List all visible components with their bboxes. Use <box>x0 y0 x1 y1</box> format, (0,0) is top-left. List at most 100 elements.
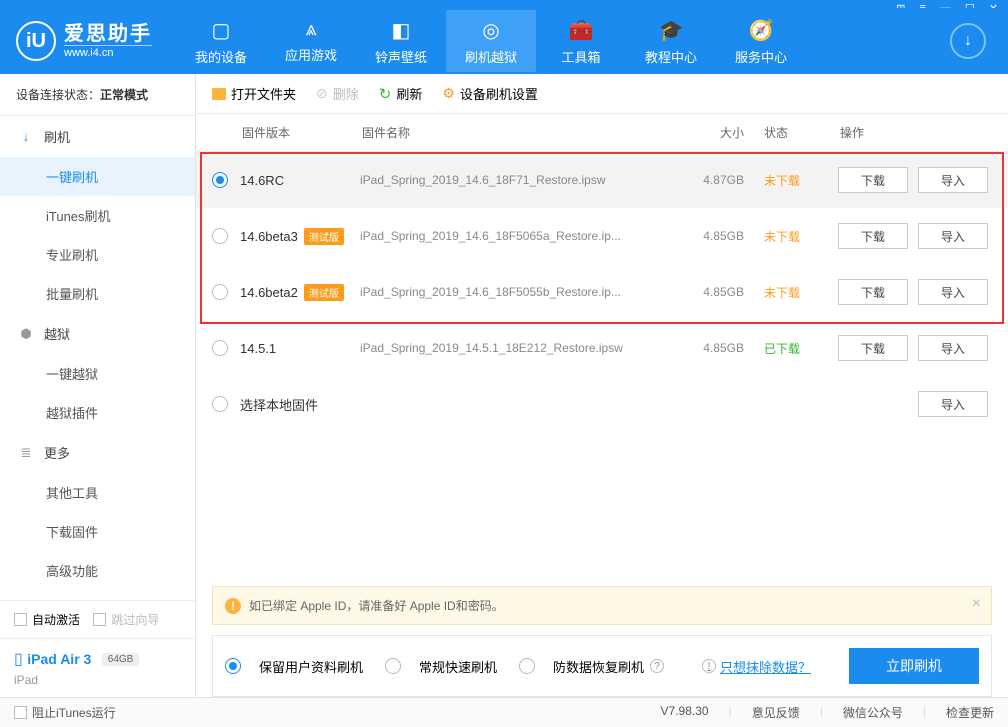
app-logo: iU 爱思助手 www.i4.cn <box>16 21 152 61</box>
row-radio[interactable] <box>212 172 228 188</box>
row-status: 未下载 <box>744 228 824 245</box>
sidebar-item-oneclick-jailbreak[interactable]: 一键越狱 <box>0 354 195 393</box>
tablet-icon: ▯ <box>14 651 23 668</box>
row-radio[interactable] <box>212 228 228 244</box>
refresh-icon: ↻ <box>379 85 392 103</box>
refresh-button[interactable]: ↻刷新 <box>379 84 423 103</box>
device-storage: 64GB <box>102 653 140 666</box>
row-version: 14.5.1 <box>240 341 360 356</box>
sidebar-group-flash[interactable]: ↓刷机 <box>0 116 195 157</box>
sidebar-options: 自动激活 跳过向导 <box>0 600 195 638</box>
row-filename: iPad_Spring_2019_14.6_18F5055b_Restore.i… <box>360 285 664 299</box>
device-type: iPad <box>14 673 181 687</box>
firmware-row[interactable]: 14.6beta2 测试版 iPad_Spring_2019_14.6_18F5… <box>196 264 1008 320</box>
opt-anti-recovery[interactable]: 防数据恢复刷机? <box>519 657 664 676</box>
col-size: 大小 <box>664 124 744 141</box>
row-radio[interactable] <box>212 396 228 412</box>
close-icon[interactable]: × <box>972 595 981 613</box>
check-update-link[interactable]: 检查更新 <box>946 704 994 721</box>
col-version: 固件版本 <box>212 124 362 141</box>
row-version: 14.6RC <box>240 173 360 188</box>
sidebar-item-advanced[interactable]: 高级功能 <box>0 551 195 590</box>
row-size: 4.85GB <box>664 229 744 243</box>
opt-normal-flash[interactable]: 常规快速刷机 <box>385 657 497 676</box>
import-button[interactable]: 导入 <box>918 335 988 361</box>
sidebar: 设备连接状态：正常模式 ↓刷机 一键刷机 iTunes刷机 专业刷机 批量刷机 … <box>0 74 196 697</box>
nav-icon: 🧰 <box>536 18 626 43</box>
gear-icon: ⚙ <box>442 85 455 102</box>
row-filename: iPad_Spring_2019_14.5.1_18E212_Restore.i… <box>360 341 664 355</box>
nav-item-0[interactable]: ▢我的设备 <box>176 10 266 72</box>
firmware-row[interactable]: 14.5.1 iPad_Spring_2019_14.5.1_18E212_Re… <box>196 320 1008 376</box>
flash-now-button[interactable]: 立即刷机 <box>849 648 979 684</box>
sidebar-item-jailbreak-plugins[interactable]: 越狱插件 <box>0 393 195 432</box>
sidebar-item-other-tools[interactable]: 其他工具 <box>0 473 195 512</box>
col-name: 固件名称 <box>362 124 664 141</box>
settings-button[interactable]: ⚙设备刷机设置 <box>442 84 538 103</box>
row-filename: iPad_Spring_2019_14.6_18F71_Restore.ipsw <box>360 173 664 187</box>
flash-icon: ↓ <box>18 129 34 144</box>
erase-only-link[interactable]: !只想抹除数据？ <box>702 657 811 676</box>
nav-item-4[interactable]: 🧰工具箱 <box>536 10 626 72</box>
row-radio[interactable] <box>212 340 228 356</box>
main-panel: 打开文件夹 ⊘删除 ↻刷新 ⚙设备刷机设置 固件版本 固件名称 大小 状态 操作… <box>196 74 1008 697</box>
folder-icon <box>212 88 226 100</box>
feedback-link[interactable]: 意见反馈 <box>752 704 800 721</box>
import-button[interactable]: 导入 <box>918 279 988 305</box>
firmware-row[interactable]: 14.6RC iPad_Spring_2019_14.6_18F71_Resto… <box>196 152 1008 208</box>
col-status: 状态 <box>744 124 824 141</box>
downloads-button[interactable]: ↓ <box>950 23 986 59</box>
nav-item-3[interactable]: ◎刷机越狱 <box>446 10 536 72</box>
sidebar-item-pro-flash[interactable]: 专业刷机 <box>0 235 195 274</box>
sidebar-item-batch-flash[interactable]: 批量刷机 <box>0 274 195 313</box>
wechat-link[interactable]: 微信公众号 <box>843 704 903 721</box>
nav-icon: ◧ <box>356 18 446 43</box>
local-firmware-row[interactable]: 选择本地固件 导入 <box>196 376 1008 432</box>
sidebar-item-download-firmware[interactable]: 下载固件 <box>0 512 195 551</box>
nav-item-2[interactable]: ◧铃声壁纸 <box>356 10 446 72</box>
open-folder-button[interactable]: 打开文件夹 <box>212 84 296 103</box>
import-button[interactable]: 导入 <box>918 391 988 417</box>
download-button[interactable]: 下载 <box>838 279 908 305</box>
app-url: www.i4.cn <box>64 45 152 59</box>
delete-icon: ⊘ <box>316 85 328 102</box>
status-bar: 阻止iTunes运行 V7.98.30| 意见反馈| 微信公众号| 检查更新 <box>0 697 1008 727</box>
flash-action-bar: 保留用户资料刷机 常规快速刷机 防数据恢复刷机? !只想抹除数据？ 立即刷机 <box>212 635 992 697</box>
download-button[interactable]: 下载 <box>838 167 908 193</box>
skip-guide-checkbox[interactable]: 跳过向导 <box>93 613 159 627</box>
sidebar-group-more[interactable]: ≣更多 <box>0 432 195 473</box>
row-version: 14.6beta2 测试版 <box>240 284 360 301</box>
opt-keep-data[interactable]: 保留用户资料刷机 <box>225 657 363 676</box>
delete-button: ⊘删除 <box>316 84 359 103</box>
import-button[interactable]: 导入 <box>918 167 988 193</box>
beta-badge: 测试版 <box>304 284 344 301</box>
col-op: 操作 <box>824 124 992 141</box>
row-size: 4.87GB <box>664 173 744 187</box>
device-card[interactable]: ▯ iPad Air 3 64GB iPad <box>0 638 195 697</box>
sidebar-item-oneclick-flash[interactable]: 一键刷机 <box>0 157 195 196</box>
row-status: 未下载 <box>744 172 824 189</box>
row-filename: iPad_Spring_2019_14.6_18F5065a_Restore.i… <box>360 229 664 243</box>
sidebar-group-jailbreak[interactable]: ⬢越狱 <box>0 313 195 354</box>
download-button[interactable]: 下载 <box>838 223 908 249</box>
row-version: 14.6beta3 测试版 <box>240 228 360 245</box>
row-radio[interactable] <box>212 284 228 300</box>
nav-item-1[interactable]: ⩓应用游戏 <box>266 10 356 72</box>
app-name: 爱思助手 <box>64 23 152 45</box>
nav-icon: 🧭 <box>716 18 806 43</box>
toolbar: 打开文件夹 ⊘删除 ↻刷新 ⚙设备刷机设置 <box>196 74 1008 114</box>
table-header: 固件版本 固件名称 大小 状态 操作 <box>196 114 1008 152</box>
sidebar-item-itunes-flash[interactable]: iTunes刷机 <box>0 196 195 235</box>
nav-item-5[interactable]: 🎓教程中心 <box>626 10 716 72</box>
header: iU 爱思助手 www.i4.cn ▢我的设备⩓应用游戏◧铃声壁纸◎刷机越狱🧰工… <box>0 8 1008 74</box>
nav-icon: 🎓 <box>626 18 716 43</box>
auto-activate-checkbox[interactable]: 自动激活 <box>14 613 80 627</box>
firmware-row[interactable]: 14.6beta3 测试版 iPad_Spring_2019_14.6_18F5… <box>196 208 1008 264</box>
block-itunes-checkbox[interactable]: 阻止iTunes运行 <box>14 704 116 721</box>
download-button[interactable]: 下载 <box>838 335 908 361</box>
help-icon[interactable]: ? <box>650 659 664 673</box>
local-firmware-label: 选择本地固件 <box>240 395 318 414</box>
import-button[interactable]: 导入 <box>918 223 988 249</box>
nav-item-6[interactable]: 🧭服务中心 <box>716 10 806 72</box>
connection-status: 设备连接状态：正常模式 <box>0 74 195 116</box>
